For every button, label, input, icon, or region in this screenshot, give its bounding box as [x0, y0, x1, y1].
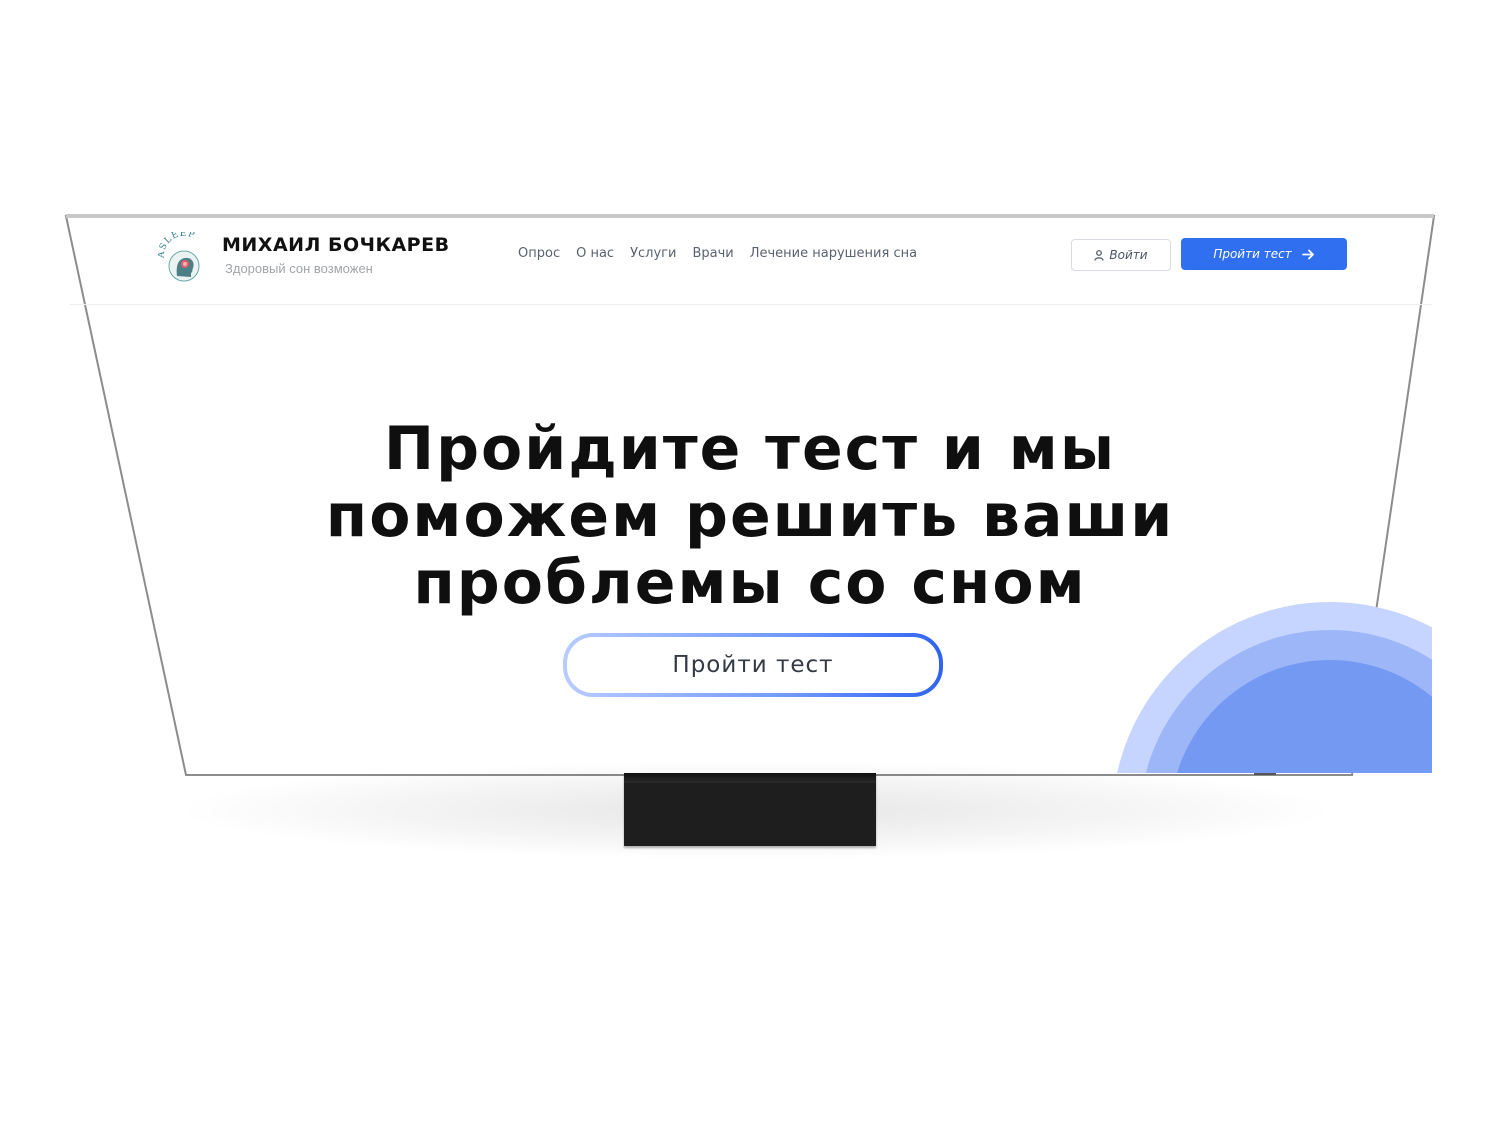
hero-title-line: поможем решить ваши	[325, 481, 1175, 551]
arrow-right-icon	[1301, 249, 1314, 259]
nav-item-about[interactable]: О нас	[576, 246, 614, 261]
hero-test-button-label: Пройти тест	[672, 652, 834, 678]
brand-name[interactable]: МИХАИЛ БОЧКАРЕВ	[222, 234, 450, 256]
website-screen: ASLEEP МИХАИЛ БОЧКАРЕВ Здоровый сон возм…	[70, 220, 1432, 773]
hero-title-line: проблемы со сном	[413, 548, 1087, 618]
tv-stand-neck	[624, 773, 876, 783]
header-test-button[interactable]: Пройти тест	[1181, 238, 1347, 270]
main-nav: Опрос О нас Услуги Врачи Лечение нарушен…	[518, 246, 917, 261]
login-button-label: Войти	[1109, 248, 1148, 262]
tv-stand	[624, 773, 876, 846]
login-button[interactable]: Войти	[1071, 239, 1171, 271]
hero-title: Пройдите тест и мы поможем решить ваши п…	[190, 416, 1310, 617]
header-test-button-label: Пройти тест	[1213, 247, 1292, 261]
site-header: ASLEEP МИХАИЛ БОЧКАРЕВ Здоровый сон возм…	[70, 220, 1432, 305]
nav-item-survey[interactable]: Опрос	[518, 246, 560, 261]
hero-title-line: Пройдите тест и мы	[383, 414, 1117, 484]
brand-tagline: Здоровый сон возможен	[225, 261, 373, 276]
nav-item-doctors[interactable]: Врачи	[692, 246, 733, 261]
nav-item-services[interactable]: Услуги	[630, 246, 676, 261]
tv-mockup: ASLEEP МИХАИЛ БОЧКАРЕВ Здоровый сон возм…	[0, 0, 1501, 1126]
hero-test-button[interactable]: Пройти тест	[563, 633, 943, 697]
user-icon	[1094, 249, 1105, 261]
nav-item-treatment[interactable]: Лечение нарушения сна	[750, 246, 917, 261]
decorative-circles	[1117, 602, 1432, 773]
asleep-logo-icon[interactable]: ASLEEP	[158, 232, 210, 284]
